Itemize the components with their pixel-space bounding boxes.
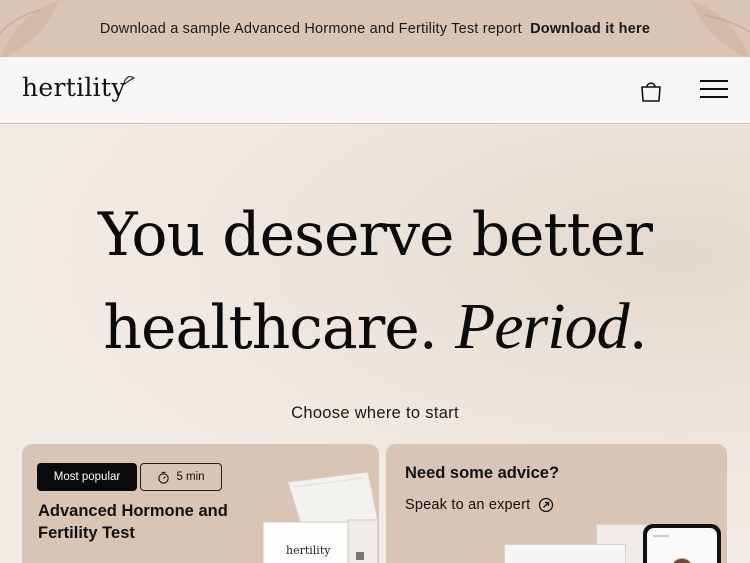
shopping-bag-icon[interactable] xyxy=(639,79,663,103)
download-report-link[interactable]: Download it here xyxy=(530,21,650,37)
advice-card[interactable]: Need some advice? Speak to an expert xyxy=(386,444,727,563)
choose-where-to-start-heading: Choose where to start xyxy=(291,404,459,422)
hero-headline: You deserve better healthcare. Period. xyxy=(98,200,653,363)
svg-text:hertility: hertility xyxy=(286,544,331,557)
logo-flourish-icon xyxy=(123,76,136,85)
hero-section: You deserve better healthcare. Period. C… xyxy=(0,124,750,563)
announcement-bar: Download a sample Advanced Hormone and F… xyxy=(0,0,750,57)
decorative-botanical-icon xyxy=(690,0,750,57)
decorative-botanical-icon xyxy=(0,0,60,57)
hertility-logo[interactable]: hertility xyxy=(22,73,126,102)
test-kit-image: hertility xyxy=(262,472,379,563)
phone-app-image xyxy=(643,524,721,563)
test-product-card[interactable]: Most popular 5 min Advanced Hormone and … xyxy=(22,444,379,563)
kit-box-image xyxy=(504,544,626,563)
stopwatch-icon xyxy=(158,471,170,484)
duration-badge: 5 min xyxy=(140,463,222,491)
most-popular-badge: Most popular xyxy=(37,463,137,491)
consultant-avatar-icon xyxy=(653,535,691,563)
hamburger-menu-icon[interactable] xyxy=(700,80,728,102)
advice-title: Need some advice? xyxy=(405,464,560,482)
speak-to-expert-link[interactable]: Speak to an expert xyxy=(405,497,554,513)
announcement-text: Download a sample Advanced Hormone and F… xyxy=(99,20,651,37)
site-header: hertility xyxy=(0,57,750,124)
arrow-circle-icon xyxy=(539,497,554,513)
test-title: Advanced Hormone and Fertility Test xyxy=(38,502,228,542)
